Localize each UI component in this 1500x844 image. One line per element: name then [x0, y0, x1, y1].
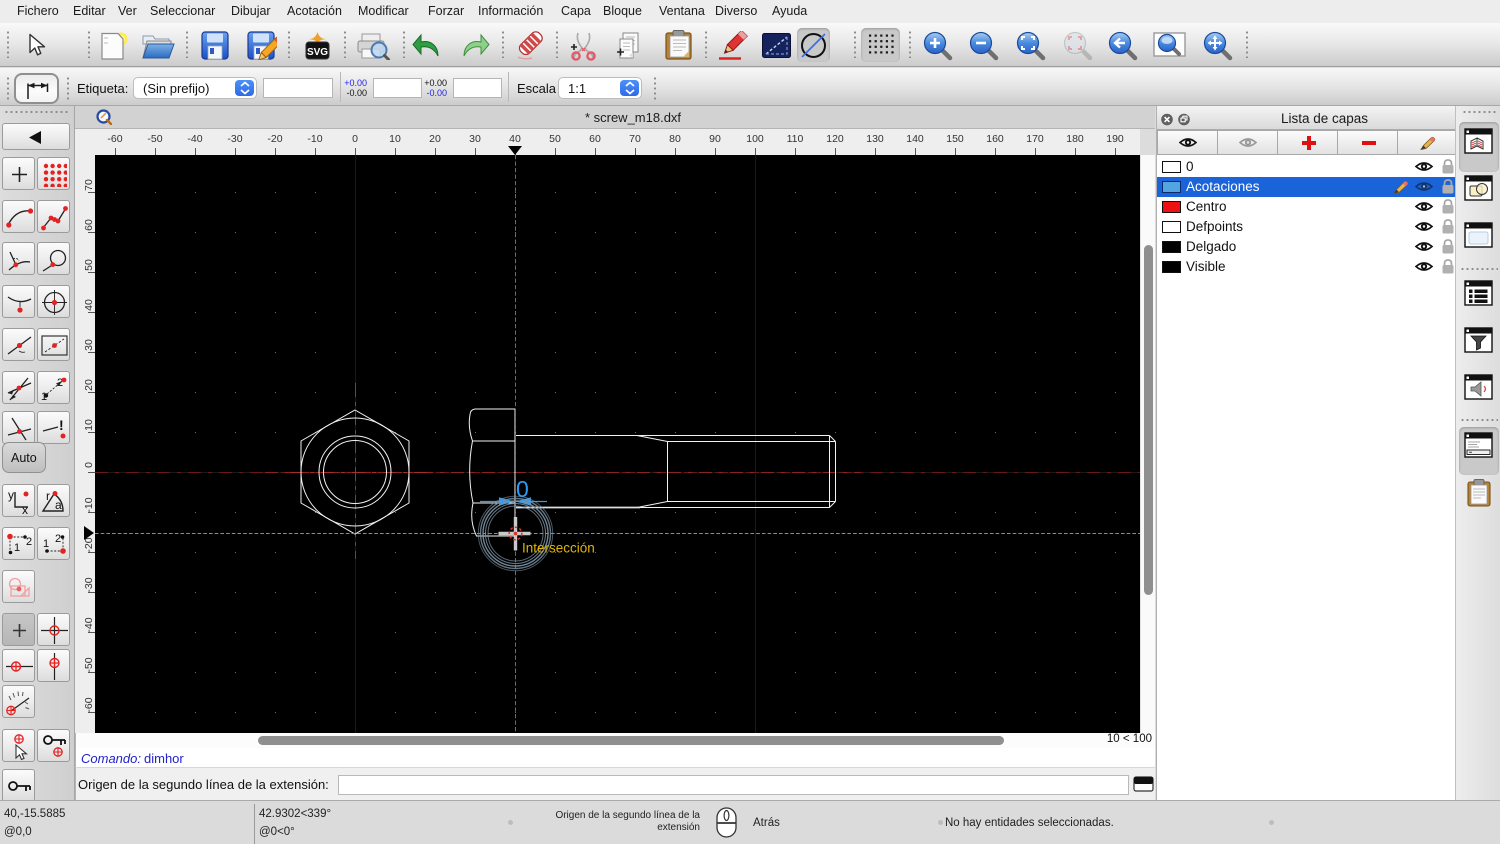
svg-text:SVG: SVG [307, 47, 328, 58]
svg-text:a: a [55, 498, 62, 512]
svg-text:2: 2 [55, 533, 61, 545]
svg-text:1: 1 [14, 542, 20, 554]
svg-text:1: 1 [43, 538, 49, 550]
svg-text:r: r [46, 489, 50, 503]
svg-text:Intersección: Intersección [522, 541, 595, 556]
svg-text:y: y [8, 488, 14, 502]
svg-text:x: x [22, 503, 28, 515]
svg-text:2: 2 [26, 536, 32, 548]
svg-text:!: ! [59, 417, 64, 433]
